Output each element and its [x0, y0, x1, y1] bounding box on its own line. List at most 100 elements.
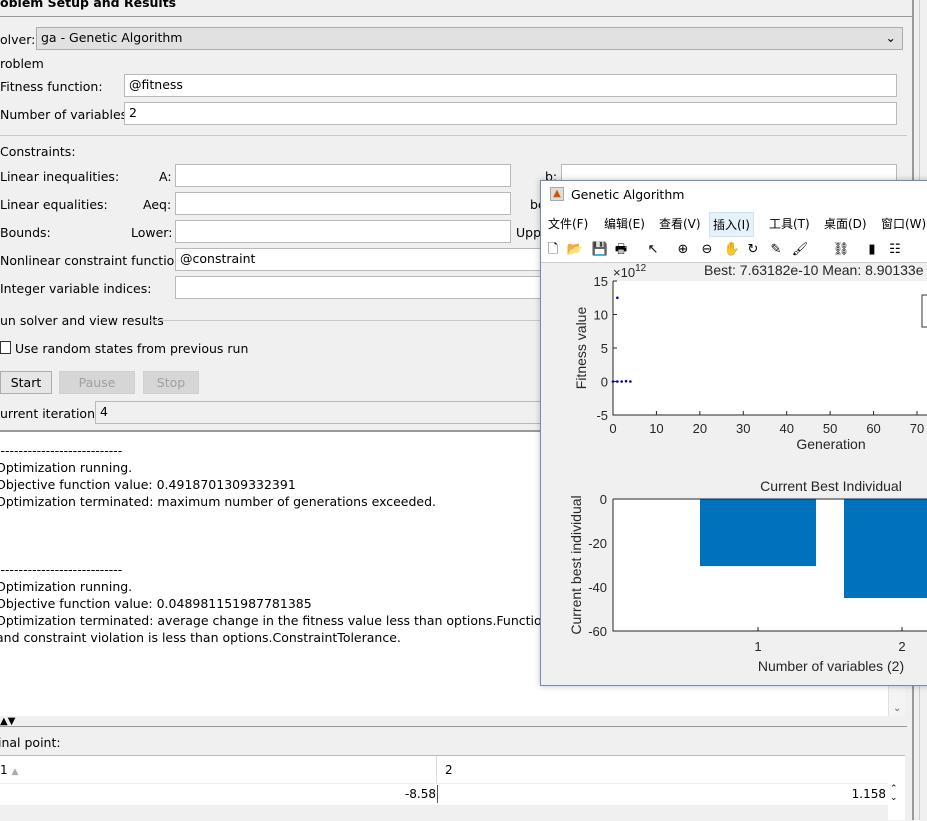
nvars-label: Number of variables: — [0, 107, 132, 122]
x-tick-label: 0 — [609, 421, 616, 436]
random-states-label: Use random states from previous run — [15, 341, 249, 356]
iteration-label: urrent iteration: — [0, 406, 100, 421]
pointer-icon[interactable]: ↖ — [644, 241, 662, 259]
lower-input[interactable] — [175, 220, 511, 243]
nonlcon-label: Nonlinear constraint function: — [0, 253, 187, 268]
panel-title: oblem Setup and Results — [0, 0, 177, 10]
link-icon[interactable]: ⛓ — [832, 241, 850, 259]
column-header-1[interactable]: 1 ▲ — [0, 756, 437, 783]
lin-eq-label: Linear equalities: — [0, 197, 108, 212]
bar-y-tick-label: 0 — [600, 492, 607, 507]
rotate-icon[interactable]: ↻ — [744, 241, 762, 259]
final-point-table: 1 ▲ 2 -8.58 1.158 ⌃ ⌄ — [0, 755, 905, 821]
legend-box — [921, 294, 927, 328]
bar-chart-title: Current Best Individual — [760, 478, 902, 494]
menu-1[interactable]: 编辑(E) — [604, 215, 645, 232]
brush-icon[interactable]: 🖌 — [791, 241, 809, 259]
colorbar-icon[interactable]: ▮ — [863, 241, 881, 259]
x-tick-label: 30 — [736, 421, 750, 436]
menu-0[interactable]: 文件(F) — [548, 215, 588, 232]
spinner-icon[interactable]: ⌃ ⌄ — [890, 785, 898, 803]
final-value-2: 1.158 — [851, 787, 886, 801]
menu-2[interactable]: 查看(V) — [659, 215, 701, 232]
data-point — [624, 379, 628, 383]
intcon-label: Integer variable indices: — [0, 281, 152, 296]
new-icon[interactable]: 🗋 — [544, 241, 562, 259]
Aeq-label: Aeq: — [143, 197, 172, 212]
output-line: and constraint violation is less than op… — [0, 630, 401, 645]
zoom-in-icon[interactable]: ⊕ — [674, 241, 692, 259]
menu-3[interactable]: 插入(I) — [709, 212, 754, 237]
x-tick-label: 10 — [649, 421, 663, 436]
figure-canvas: 0 10 20 30 40 50 60 70-5051015×1012 Best: 7.6318… — [568, 263, 927, 674]
output-line: Optimization running. — [0, 579, 133, 594]
data-point — [620, 380, 623, 383]
y-tick-label: 0 — [601, 375, 608, 390]
output-line: Optimization running. — [0, 460, 133, 475]
upper-label: Upp — [516, 225, 542, 240]
data-point — [611, 380, 615, 383]
column-header-2[interactable]: 2 — [445, 763, 453, 777]
bar — [844, 499, 927, 598]
fitness-input[interactable]: @fitness — [124, 74, 897, 97]
x-axis-label: Generation — [796, 436, 865, 452]
output-line: Optimization terminated: average change … — [0, 613, 610, 628]
genetic-algorithm-window: ▲ Genetic Algorithm 文件(F) 编辑(E) 查看(V) 插入(I)… — [540, 180, 927, 686]
solver-value: ga - Genetic Algorithm — [41, 30, 183, 45]
menu-6[interactable]: 窗口(W) — [881, 215, 926, 232]
chevron-down-icon: ⌄ — [885, 30, 896, 45]
constraints-label: Constraints: — [0, 144, 76, 159]
lin-ineq-label: Linear inequalities: — [0, 169, 120, 184]
data-point — [629, 380, 632, 383]
output-line: Objective function value: 0.491870130933… — [0, 477, 296, 492]
sort-asc-icon: ▲ — [11, 767, 19, 777]
bar-y-tick-label: -40 — [588, 580, 607, 595]
y-tick-label: -5 — [596, 408, 608, 423]
y-axis-label: Fitness value — [573, 307, 589, 390]
y-tick-label: 10 — [594, 308, 608, 323]
scroll-down-icon[interactable]: ⌄ — [893, 703, 901, 714]
matlab-logo-icon: ▲ — [550, 187, 564, 201]
pan-icon[interactable]: ✋ — [723, 241, 741, 259]
y-tick-label: 5 — [601, 341, 608, 356]
run-section-label: un solver and view results — [0, 313, 164, 328]
data-cursor-icon[interactable]: ✎ — [767, 241, 785, 259]
A-label: A: — [159, 169, 172, 184]
Aeq-input[interactable] — [175, 192, 511, 215]
output-line: ---------------------------- — [0, 562, 123, 577]
window-title: Genetic Algorithm — [571, 187, 685, 202]
x-tick-label: 50 — [823, 421, 837, 436]
final-point-label: inal point: — [0, 735, 61, 750]
data-point — [616, 296, 619, 300]
fitness-label: Fitness function: — [0, 79, 103, 94]
solver-select[interactable]: ga - Genetic Algorithm ⌄ — [36, 27, 903, 50]
plot-area — [613, 281, 927, 415]
open-icon[interactable]: 📂 — [566, 241, 584, 259]
save-icon[interactable]: 💾 — [591, 241, 609, 259]
legend-icon[interactable]: ☷ — [886, 241, 904, 259]
bar-y-axis-label: Current best individual — [568, 495, 584, 634]
bounds-label: Bounds: — [0, 225, 51, 240]
start-button[interactable]: Start — [0, 371, 52, 394]
random-states-checkbox[interactable] — [0, 341, 11, 354]
x-tick-label: 60 — [866, 421, 880, 436]
horizontal-scrollbar[interactable] — [0, 805, 888, 821]
zoom-out-icon[interactable]: ⊖ — [698, 241, 716, 259]
x-tick-label: 70 — [910, 421, 924, 436]
lower-label: Lower: — [131, 225, 173, 240]
final-value-1: -8.58 — [404, 787, 436, 801]
output-line: Objective function value: 0.048981151987… — [0, 596, 312, 611]
x-tick-label: 20 — [693, 421, 707, 436]
output-line: ---------------------------- — [0, 443, 123, 458]
A-input[interactable] — [175, 164, 511, 187]
exponent-label: ×1012 — [613, 263, 647, 280]
menu-5[interactable]: 桌面(D) — [824, 215, 867, 232]
print-icon[interactable]: 🖶 — [612, 241, 630, 259]
bar-y-tick-label: -60 — [588, 624, 607, 639]
pause-button[interactable]: Pause — [59, 371, 135, 394]
stop-button[interactable]: Stop — [143, 371, 199, 394]
nvars-input[interactable]: 2 — [124, 102, 897, 125]
chart-title: Best: 7.63182e-10 Mean: 8.90133e — [704, 263, 924, 278]
menu-4[interactable]: 工具(T) — [769, 215, 810, 232]
bar-x-tick-label: 2 — [898, 639, 905, 654]
